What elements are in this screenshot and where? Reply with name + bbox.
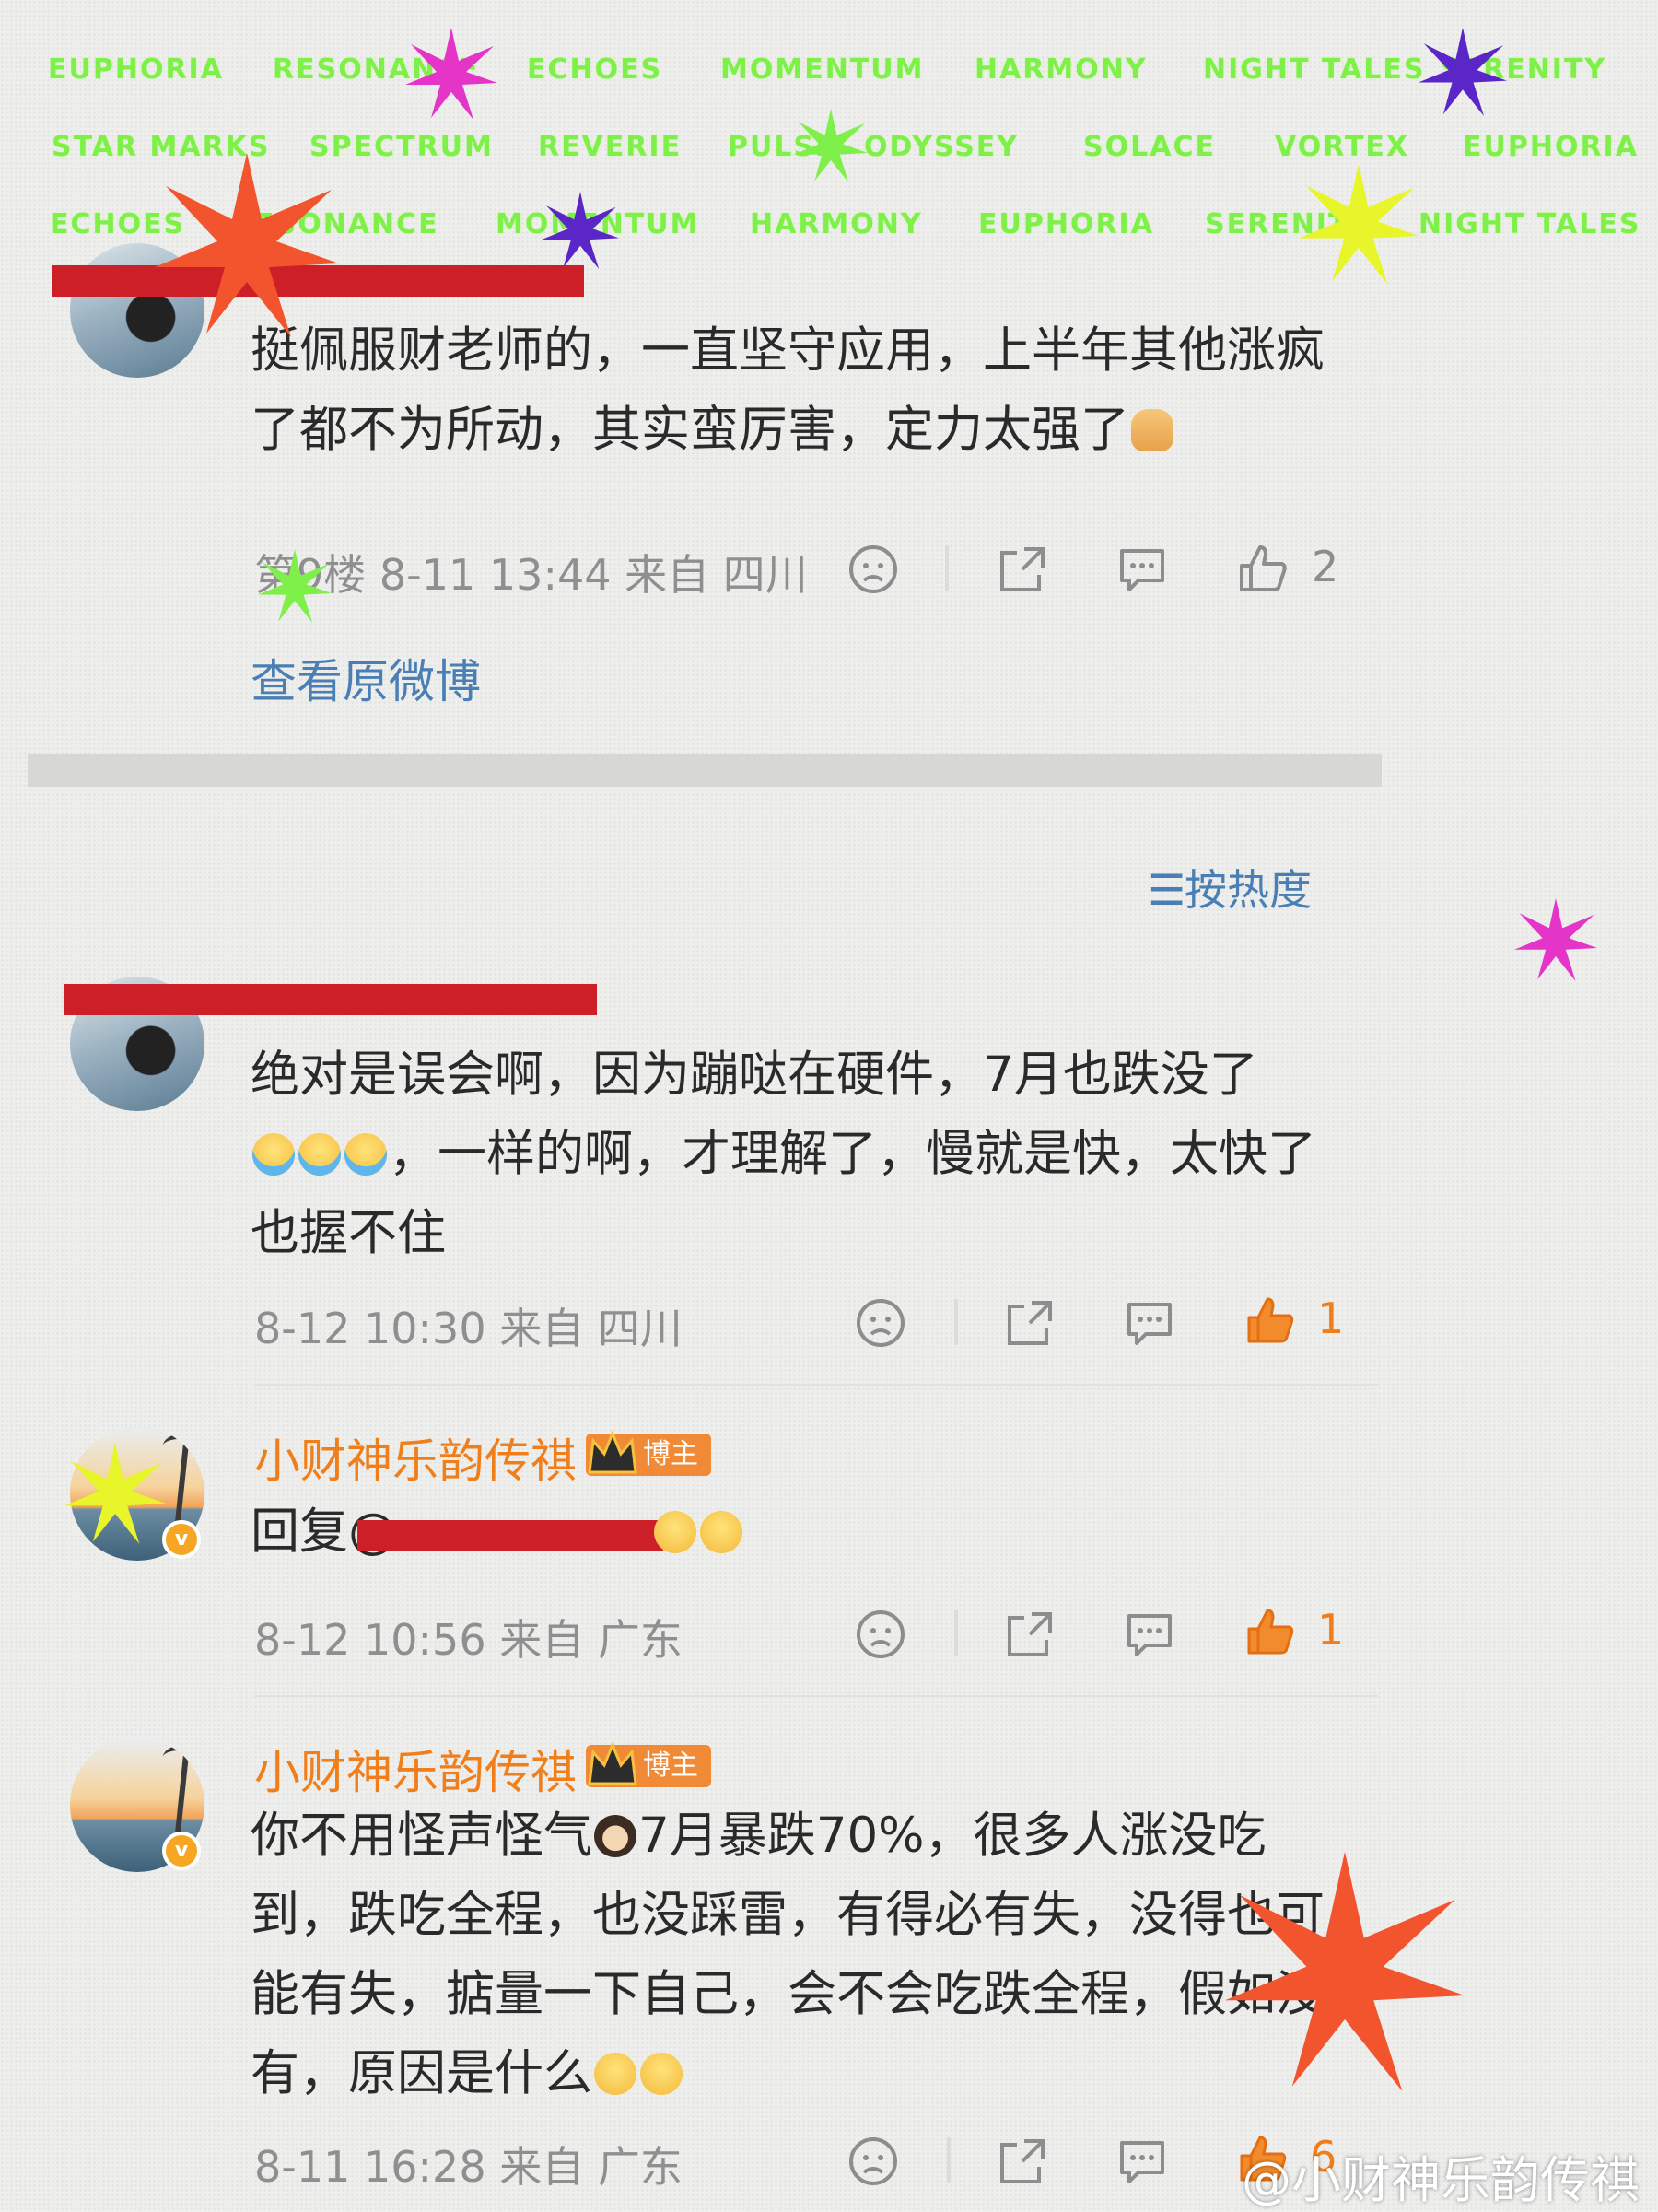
sticker-word: MOMENTUM	[720, 53, 925, 86]
reply-emojis	[652, 1511, 744, 1553]
redaction-bar	[64, 984, 597, 1015]
dislike-face-icon[interactable]	[847, 544, 899, 595]
starburst-decoration	[1514, 898, 1597, 981]
share-icon[interactable]	[1004, 1609, 1056, 1660]
divider-line	[945, 545, 949, 591]
starburst-decoration	[1419, 28, 1507, 116]
sticker-word: EUPHORIA	[48, 53, 224, 86]
sticker-word: NIGHT TALES	[1203, 53, 1426, 86]
sticker-word: VORTEX	[1275, 131, 1410, 163]
comment-text-content: 绝对是误会啊，因为蹦哒在硬件，7月也跌没了	[251, 1047, 1258, 1103]
verified-badge-icon: v	[162, 1520, 201, 1559]
dislike-face-icon[interactable]	[847, 2136, 899, 2187]
crown-icon	[588, 1741, 637, 1785]
starburst-decoration	[1299, 164, 1419, 284]
comment-icon[interactable]	[1116, 544, 1168, 595]
weibo-watermark: @小财神乐韵传祺	[1242, 2151, 1640, 2209]
blogger-badge: 博主	[586, 1430, 711, 1476]
blogger-badge-label: 博主	[643, 1750, 698, 1782]
comment-icon[interactable]	[1124, 1297, 1175, 1349]
crown-icon	[588, 1430, 637, 1474]
separator	[254, 1695, 1378, 1697]
comment-meta: 第9楼 8-11 13:44 来自 四川	[254, 550, 808, 600]
sticker-word: HARMONY	[975, 53, 1148, 86]
starburst-decoration	[155, 153, 339, 337]
thinking-emoji-icon	[594, 2053, 636, 2095]
crying-emoji-icon	[344, 1133, 387, 1176]
sort-icon: ☰	[1148, 865, 1186, 915]
divider-line	[947, 2137, 951, 2183]
section-divider	[28, 754, 1382, 787]
crying-emoji-icon	[252, 1133, 295, 1176]
dislike-face-icon[interactable]	[855, 1297, 906, 1349]
palm-tree-icon	[173, 1753, 190, 1843]
sticker-word: REVERIE	[538, 131, 683, 163]
comment-meta: 8-12 10:56 来自 广东	[254, 1615, 683, 1665]
comment-text-content: 你不用怪声怪气	[251, 1808, 592, 1864]
comment-icon[interactable]	[1116, 2136, 1168, 2187]
crying-emoji-icon	[298, 1133, 341, 1176]
comment-text-content: ，一样的啊，才理解了，慢就是快，太快了也握不住	[251, 1126, 1316, 1261]
palm-tree-icon	[173, 1442, 190, 1532]
comment-text: 挺佩服财老师的，一直坚守应用，上半年其他涨疯了都不为所动，其实蛮厉害，定力太强了	[251, 311, 1356, 470]
thinking-emoji-icon	[640, 2053, 683, 2095]
verified-badge-icon: v	[162, 1832, 201, 1870]
comment-meta: 8-11 16:28 来自 广东	[254, 2142, 683, 2192]
dog-emoji-icon	[594, 1815, 636, 1857]
sticker-word: ODYSSEY	[864, 131, 1020, 163]
like-icon-active[interactable]	[1244, 1293, 1297, 1347]
username[interactable]: 小财神乐韵传祺	[254, 1736, 577, 1802]
comment-meta: 8-12 10:30 来自 四川	[254, 1304, 683, 1353]
starburst-decoration	[542, 192, 619, 269]
sticker-word: NIGHT TALES	[1419, 208, 1641, 240]
divider-line	[954, 1610, 958, 1656]
redaction-bar	[357, 1520, 663, 1551]
sticker-row-1: EUPHORIA RESONANCE ECHOES MOMENTUM HARMO…	[0, 53, 1658, 109]
comment-text: 绝对是误会啊，因为蹦哒在硬件，7月也跌没了 ，一样的啊，才理解了，慢就是快，太快了…	[251, 1036, 1356, 1273]
comment-icon[interactable]	[1124, 1609, 1175, 1660]
blogger-badge: 博主	[586, 1741, 711, 1787]
starburst-decoration	[258, 549, 332, 623]
starburst-decoration	[794, 109, 868, 182]
sort-label: 按热度	[1185, 865, 1312, 915]
like-count: 1	[1317, 1605, 1345, 1655]
starburst-decoration	[405, 28, 497, 120]
share-icon[interactable]	[997, 544, 1048, 595]
like-icon[interactable]	[1236, 542, 1290, 595]
starburst-decoration	[1225, 1852, 1465, 2091]
sticker-word: EUPHORIA	[978, 208, 1154, 240]
view-original-weibo-link[interactable]: 查看原微博	[251, 645, 481, 711]
separator	[254, 1384, 1378, 1386]
emoji-icon	[700, 1511, 742, 1553]
blogger-badge-label: 博主	[643, 1438, 698, 1470]
username[interactable]: 小财神乐韵传祺	[254, 1424, 577, 1491]
emoji-icon	[654, 1511, 696, 1553]
starburst-decoration	[64, 1443, 166, 1544]
thumbs-up-emoji-icon	[1131, 409, 1173, 451]
like-icon-active[interactable]	[1244, 1605, 1297, 1658]
divider-line	[954, 1299, 958, 1345]
like-count: 1	[1317, 1293, 1345, 1343]
sticker-word: ECHOES	[527, 53, 663, 86]
comment-text: 你不用怪声怪气 7月暴跌70%，很多人涨没吃到，跌吃全程，也没踩雷，有得必有失，没…	[251, 1797, 1356, 2113]
share-icon[interactable]	[997, 2136, 1048, 2187]
share-icon[interactable]	[1004, 1297, 1056, 1349]
sticker-word: EUPHORIA	[1463, 131, 1639, 163]
sort-by-hot-button[interactable]: ☰按热度	[1148, 857, 1312, 918]
sticker-word: SOLACE	[1083, 131, 1216, 163]
dislike-face-icon[interactable]	[855, 1609, 906, 1660]
sticker-word: HARMONY	[750, 208, 923, 240]
like-count: 2	[1312, 542, 1339, 591]
